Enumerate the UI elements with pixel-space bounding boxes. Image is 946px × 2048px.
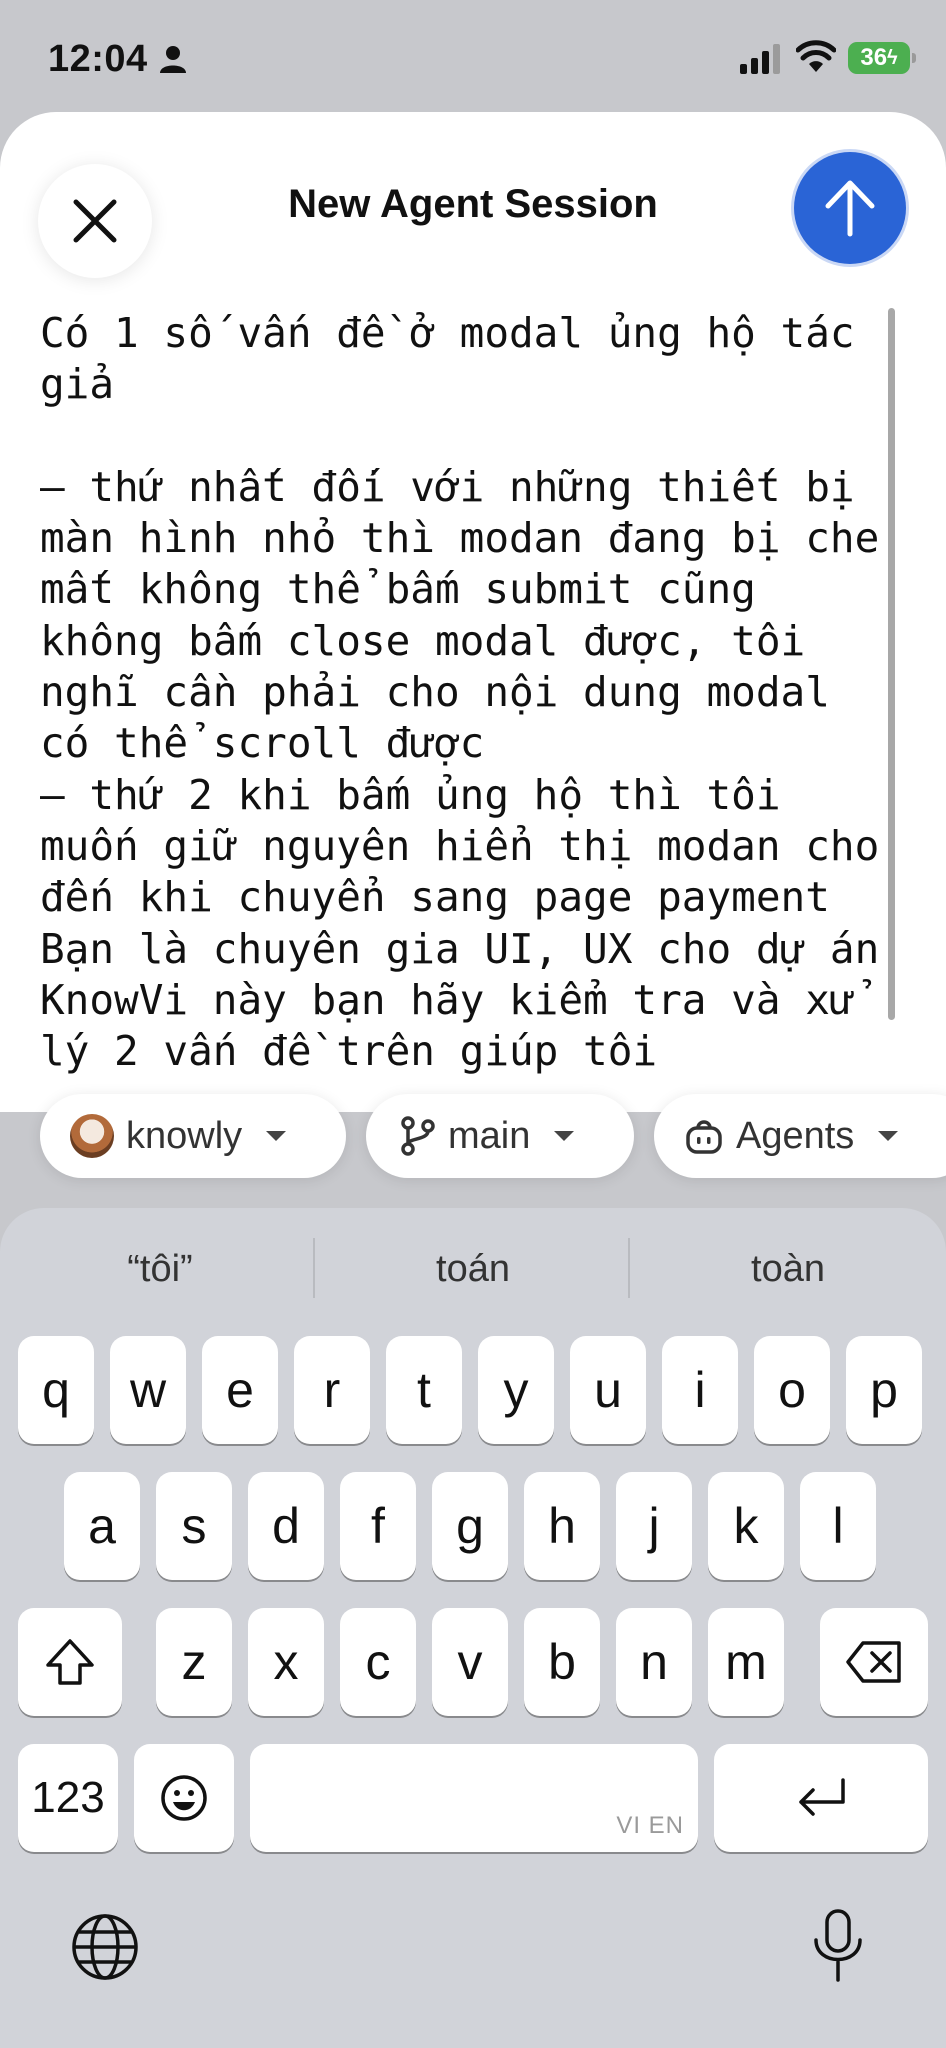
battery-level: 36 <box>860 44 888 71</box>
key-t[interactable]: t <box>386 1336 462 1444</box>
key-d[interactable]: d <box>248 1472 324 1580</box>
chevron-down-icon <box>266 1131 287 1141</box>
key-s[interactable]: s <box>156 1472 232 1580</box>
robot-icon <box>686 1120 722 1154</box>
key-u[interactable]: u <box>570 1336 646 1444</box>
key-a[interactable]: a <box>64 1472 140 1580</box>
return-icon <box>799 1778 845 1816</box>
keyboard: “tôi” toán toàn q w e r t y u i o p a s … <box>0 1208 946 2048</box>
dictation-button[interactable] <box>810 1908 866 1989</box>
editor-scrollbar[interactable] <box>888 308 895 1020</box>
person-icon <box>160 46 186 73</box>
project-selector[interactable]: knowly <box>40 1094 346 1178</box>
key-e[interactable]: e <box>202 1336 278 1444</box>
key-b[interactable]: b <box>524 1608 600 1716</box>
new-session-sheet: New Agent Session Có 1 số vấn đề ở modal… <box>0 112 946 1112</box>
backspace-icon <box>846 1641 901 1683</box>
language-indicator: VI EN <box>616 1812 684 1839</box>
status-time: 12:04 <box>48 38 148 80</box>
project-label: knowly <box>126 1114 243 1157</box>
suggestion-divider <box>313 1238 315 1298</box>
key-j[interactable]: j <box>616 1472 692 1580</box>
space-key[interactable]: VI EN <box>250 1744 698 1852</box>
key-i[interactable]: i <box>662 1336 738 1444</box>
emoji-icon <box>161 1775 207 1821</box>
suggestion-1[interactable]: “tôi” <box>10 1248 310 1291</box>
suggestion-divider <box>628 1238 630 1298</box>
key-z[interactable]: z <box>156 1608 232 1716</box>
key-f[interactable]: f <box>340 1472 416 1580</box>
suggestion-3[interactable]: toàn <box>638 1248 938 1291</box>
key-l[interactable]: l <box>800 1472 876 1580</box>
key-p[interactable]: p <box>846 1336 922 1444</box>
agent-label: Agents <box>736 1114 855 1157</box>
key-r[interactable]: r <box>294 1336 370 1444</box>
key-q[interactable]: q <box>18 1336 94 1444</box>
suggestion-2[interactable]: toán <box>323 1248 623 1291</box>
microphone-icon <box>814 1909 862 1982</box>
key-w[interactable]: w <box>110 1336 186 1444</box>
key-y[interactable]: y <box>478 1336 554 1444</box>
project-avatar <box>70 1114 114 1158</box>
shift-icon <box>46 1639 94 1685</box>
status-bar: 12:04 36 ϟ <box>0 0 946 112</box>
wifi-icon <box>796 40 836 72</box>
chevron-down-icon <box>878 1131 899 1141</box>
return-key[interactable] <box>714 1744 928 1852</box>
chevron-down-icon <box>554 1131 575 1141</box>
numbers-key[interactable]: 123 <box>18 1744 118 1852</box>
key-m[interactable]: m <box>708 1608 784 1716</box>
arrow-up-icon <box>825 180 875 237</box>
key-g[interactable]: g <box>432 1472 508 1580</box>
key-c[interactable]: c <box>340 1608 416 1716</box>
git-branch-icon <box>401 1116 435 1156</box>
key-v[interactable]: v <box>432 1608 508 1716</box>
key-h[interactable]: h <box>524 1472 600 1580</box>
send-button[interactable] <box>794 152 906 264</box>
battery-charging-icon: 36 ϟ <box>848 42 916 74</box>
emoji-key[interactable] <box>134 1744 234 1852</box>
signal-icon <box>740 44 780 74</box>
prompt-textarea[interactable]: Có 1 số vấn đề ở modal ủng hộ tác giả – … <box>40 308 890 1098</box>
key-x[interactable]: x <box>248 1608 324 1716</box>
key-k[interactable]: k <box>708 1472 784 1580</box>
agent-selector[interactable]: Agents <box>654 1094 946 1178</box>
key-o[interactable]: o <box>754 1336 830 1444</box>
branch-selector[interactable]: main <box>366 1094 634 1178</box>
globe-button[interactable] <box>70 1912 140 1987</box>
backspace-key[interactable] <box>820 1608 928 1716</box>
key-n[interactable]: n <box>616 1608 692 1716</box>
globe-icon <box>72 1914 138 1980</box>
branch-label: main <box>448 1114 531 1157</box>
shift-key[interactable] <box>18 1608 122 1716</box>
